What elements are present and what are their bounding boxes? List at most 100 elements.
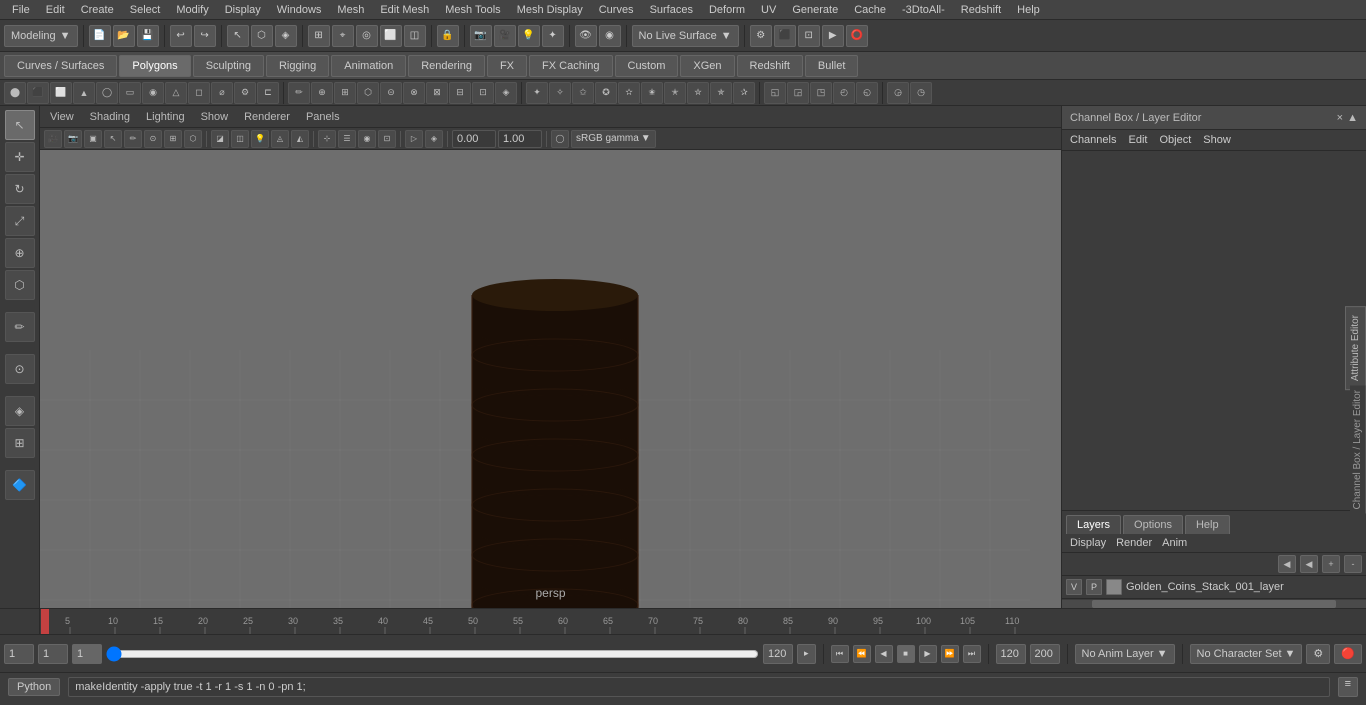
snap-surface-btn[interactable]: ⬜ xyxy=(380,25,402,47)
auto-key-btn[interactable]: 🔴 xyxy=(1334,644,1362,664)
layer-visibility-btn[interactable]: V xyxy=(1066,579,1082,595)
end-frame-2-field[interactable]: 200 xyxy=(1030,644,1060,664)
menu-curves[interactable]: Curves xyxy=(591,2,642,18)
lights-btn[interactable]: 💡 xyxy=(518,25,540,47)
play-forward-btn[interactable]: ▶ xyxy=(919,645,937,663)
poly-sphere-btn[interactable]: ⬤ xyxy=(4,82,26,104)
mesh-separate-btn[interactable]: ✩ xyxy=(572,82,594,104)
menu-3dto[interactable]: -3DtoAll- xyxy=(894,2,953,18)
vp-menu-view[interactable]: View xyxy=(44,111,80,123)
vp-menu-shading[interactable]: Shading xyxy=(84,111,136,123)
mesh-remesh-btn[interactable]: ✮ xyxy=(687,82,709,104)
soft-select[interactable]: ⬡ xyxy=(5,270,35,300)
workspace-dropdown[interactable]: Modeling ▼ xyxy=(4,25,78,47)
frame-end-btn[interactable]: ▸ xyxy=(797,644,816,664)
vc-cam3-btn[interactable]: ▣ xyxy=(84,130,102,148)
vc-shadow-btn[interactable]: ◬ xyxy=(271,130,289,148)
tab-bullet[interactable]: Bullet xyxy=(805,55,859,77)
vp-menu-panels[interactable]: Panels xyxy=(300,111,346,123)
poly-cyl-btn[interactable]: ⬜ xyxy=(50,82,72,104)
menu-create[interactable]: Create xyxy=(73,2,122,18)
edit-append-btn[interactable]: ⊕ xyxy=(311,82,333,104)
render-btn[interactable]: ✦ xyxy=(542,25,564,47)
uv-auto-btn[interactable]: ◲ xyxy=(787,82,809,104)
key-settings-btn[interactable]: ⚙ xyxy=(1306,644,1330,664)
menu-surfaces[interactable]: Surfaces xyxy=(642,2,701,18)
mesh-cleanup-btn[interactable]: ✦ xyxy=(526,82,548,104)
camera-btn[interactable]: 📷 xyxy=(470,25,492,47)
le-tab-render[interactable]: Options xyxy=(1123,515,1183,534)
tab-curves-surfaces[interactable]: Curves / Surfaces xyxy=(4,55,117,77)
help-line-toggle[interactable]: ≡ xyxy=(1338,677,1358,697)
vc-frame-btn[interactable]: ⊡ xyxy=(378,130,396,148)
vc-shading-btn[interactable]: ◪ xyxy=(211,130,229,148)
menu-edit[interactable]: Edit xyxy=(38,2,73,18)
layer-playback-btn[interactable]: P xyxy=(1086,579,1102,595)
menu-modify[interactable]: Modify xyxy=(168,2,216,18)
anim-layer-btn[interactable]: No Anim Layer ▼ xyxy=(1075,644,1175,664)
camera2-btn[interactable]: 🎥 xyxy=(494,25,516,47)
mesh-mirror-btn[interactable]: ✭ xyxy=(664,82,686,104)
snap-curve-btn[interactable]: ⌖ xyxy=(332,25,354,47)
edit-extrude-btn[interactable]: ⊠ xyxy=(426,82,448,104)
vc-light-btn[interactable]: 💡 xyxy=(251,130,269,148)
scale-tool[interactable]: ⤢ xyxy=(5,206,35,236)
tab-rigging[interactable]: Rigging xyxy=(266,55,329,77)
uv-planar-btn[interactable]: ◱ xyxy=(764,82,786,104)
vc-isolate-btn[interactable]: ◉ xyxy=(358,130,376,148)
channel-box-side-tab[interactable]: Channel Box / Layer Editor xyxy=(1350,386,1366,514)
le-tab-anim[interactable]: Help xyxy=(1185,515,1230,534)
menu-mesh-tools[interactable]: Mesh Tools xyxy=(437,2,508,18)
play-back-btn[interactable]: ◀ xyxy=(875,645,893,663)
vc-paint-btn[interactable]: ✏ xyxy=(124,130,142,148)
channel-box-collapse-btn[interactable]: ▲ xyxy=(1347,112,1358,124)
select-tool-btn[interactable]: ↖ xyxy=(227,25,249,47)
vc-render-btn[interactable]: ▷ xyxy=(405,130,423,148)
open-scene-btn[interactable]: 📂 xyxy=(113,25,135,47)
vc-hud-btn[interactable]: ☰ xyxy=(338,130,356,148)
layer-scrollbar-area[interactable] xyxy=(1062,598,1366,608)
timeline-scrubber[interactable] xyxy=(106,650,759,658)
le-move-up-btn[interactable]: ◀ xyxy=(1278,555,1296,573)
char-set-btn[interactable]: No Character Set ▼ xyxy=(1190,644,1303,664)
end-frame-field[interactable]: 120 xyxy=(996,644,1026,664)
le-delete-layer-btn[interactable]: - xyxy=(1344,555,1362,573)
uv-best-btn[interactable]: ◳ xyxy=(810,82,832,104)
vc-cam-btn[interactable]: 🎥 xyxy=(44,130,62,148)
vp-menu-renderer[interactable]: Renderer xyxy=(238,111,296,123)
stop-btn[interactable]: ■ xyxy=(897,645,915,663)
vp-menu-show[interactable]: Show xyxy=(195,111,235,123)
vc-tex-btn[interactable]: ◫ xyxy=(231,130,249,148)
frame-field-2[interactable]: 1 xyxy=(38,644,68,664)
edit-collapse-btn[interactable]: ⬡ xyxy=(357,82,379,104)
snap-view-btn[interactable]: ◫ xyxy=(404,25,426,47)
cb-menu-show[interactable]: Show xyxy=(1203,134,1231,146)
save-scene-btn[interactable]: 💾 xyxy=(137,25,159,47)
menu-edit-mesh[interactable]: Edit Mesh xyxy=(372,2,437,18)
redo-btn[interactable]: ↪ xyxy=(194,25,216,47)
layer-menu-options[interactable]: Render xyxy=(1116,537,1152,549)
poly-pyramid-btn[interactable]: △ xyxy=(165,82,187,104)
lasso-tool[interactable]: ✛ xyxy=(5,142,35,172)
vc-cam2-btn[interactable]: 📷 xyxy=(64,130,82,148)
vc-xray-btn[interactable]: ◈ xyxy=(425,130,443,148)
tab-fx-caching[interactable]: FX Caching xyxy=(529,55,612,77)
tab-sculpting[interactable]: Sculpting xyxy=(193,55,264,77)
menu-cache[interactable]: Cache xyxy=(846,2,894,18)
poly-cone-btn[interactable]: ▲ xyxy=(73,82,95,104)
mesh-booleans-btn[interactable]: ✪ xyxy=(595,82,617,104)
poly-disk-btn[interactable]: ◉ xyxy=(142,82,164,104)
timeline-ruler[interactable]: 5 10 15 20 25 30 35 40 45 50 55 60 65 70… xyxy=(40,609,1061,634)
snap-point-btn[interactable]: ◎ xyxy=(356,25,378,47)
menu-generate[interactable]: Generate xyxy=(784,2,846,18)
vc-soft-btn[interactable]: ⊙ xyxy=(144,130,162,148)
render-ipr-btn[interactable]: ▶ xyxy=(822,25,844,47)
le-tab-display[interactable]: Layers xyxy=(1066,515,1121,534)
layer-scrollbar-thumb[interactable] xyxy=(1092,600,1335,608)
edit-bridge-btn[interactable]: ⊞ xyxy=(334,82,356,104)
cb-menu-edit[interactable]: Edit xyxy=(1128,134,1147,146)
uv-unfold-btn[interactable]: ◴ xyxy=(833,82,855,104)
rotate-tool[interactable]: ↻ xyxy=(5,174,35,204)
show-manip-tool[interactable]: ⊙ xyxy=(5,354,35,384)
soft-mod-btn[interactable]: 🔒 xyxy=(437,25,459,47)
